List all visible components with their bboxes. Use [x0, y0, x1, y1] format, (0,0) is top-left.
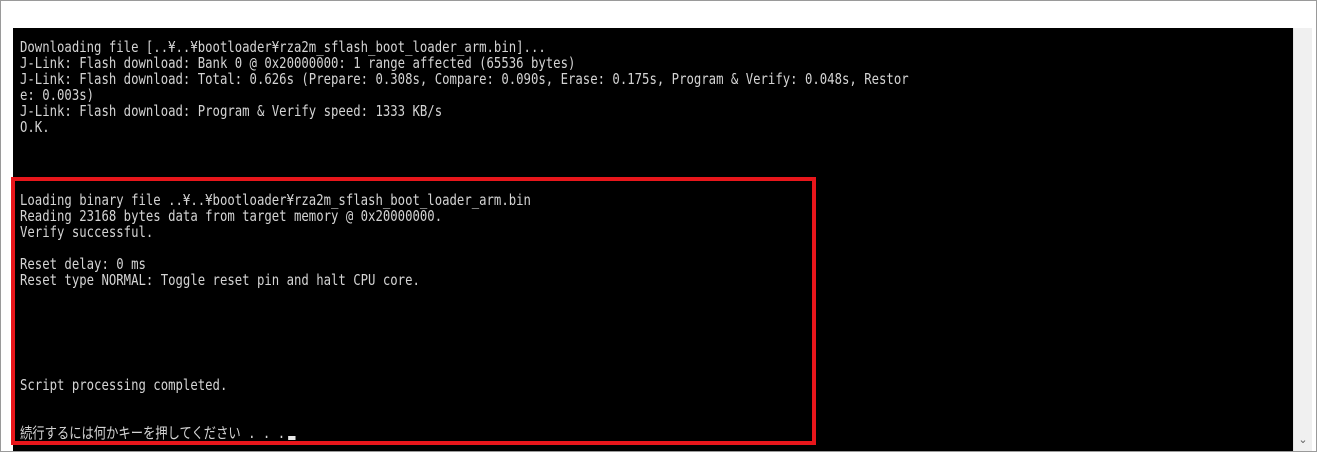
- console-line: J-Link: Flash download: Total: 0.626s (P…: [20, 70, 909, 88]
- console-prompt-line: 続行するには何かキーを押してください . . .: [20, 425, 296, 441]
- console-line: O.K.: [20, 118, 50, 136]
- console-line: J-Link: Flash download: Bank 0 @ 0x20000…: [20, 54, 576, 72]
- console-line: Reset delay: 0 ms: [20, 255, 146, 273]
- console-line: J-Link: Flash download: Program & Verify…: [20, 102, 443, 120]
- console-line: Verify successful.: [20, 223, 154, 241]
- console-line: Loading binary file ..¥..¥bootloader¥rza…: [20, 191, 531, 209]
- console-output-area[interactable]: Downloading file [..¥..¥bootloader¥rza2m…: [13, 28, 1293, 451]
- console-prompt-text: 続行するには何かキーを押してください . . .: [20, 424, 286, 442]
- vertical-scrollbar[interactable]: ⌄: [1293, 28, 1312, 451]
- console-line: Script processing completed.: [20, 376, 228, 394]
- console-line: Reading 23168 bytes data from target mem…: [20, 207, 443, 225]
- console-line: e: 0.003s): [20, 86, 95, 104]
- scroll-down-arrow-icon[interactable]: ⌄: [1294, 433, 1312, 447]
- console-line: Reset type NORMAL: Toggle reset pin and …: [20, 271, 420, 289]
- text-cursor: [288, 436, 296, 440]
- console-line: Downloading file [..¥..¥bootloader¥rza2m…: [20, 38, 546, 56]
